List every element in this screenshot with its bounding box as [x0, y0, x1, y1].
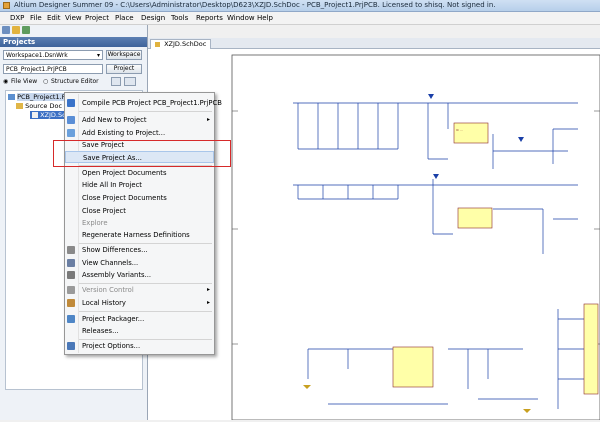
project-button[interactable]: Project [106, 64, 142, 74]
menu-item-regenerate-harness[interactable]: Regenerate Harness Definitions [65, 229, 214, 241]
differences-icon [67, 246, 75, 254]
menu-item-project-options[interactable]: Project Options... [65, 340, 214, 352]
menu-item-releases[interactable]: Releases... [65, 325, 214, 337]
menu-edit[interactable]: Edit [47, 14, 61, 22]
menu-item-explore: Explore [82, 219, 108, 227]
menu-item-assembly-variants[interactable]: Assembly Variants... [65, 269, 214, 281]
menu-item-add-new[interactable]: Add New to Project ▸ [65, 114, 214, 126]
menu-view[interactable]: View [65, 14, 82, 22]
file-view-label: File View [11, 78, 38, 85]
menu-item-hide-all[interactable]: Hide All In Project [65, 179, 214, 191]
tree-document-node[interactable]: XZJD.Sc [30, 111, 68, 119]
menu-tools[interactable]: Tools [171, 14, 188, 22]
schematic-icon [155, 41, 160, 47]
add-new-icon [67, 116, 75, 124]
view-mode-row: ◉ File View ○ Structure Editor [3, 77, 143, 87]
menu-item-show-differences[interactable]: Show Differences... [65, 244, 214, 256]
menu-item-version-control[interactable]: Version Control ▸ [65, 284, 214, 296]
file-view-radio[interactable]: ◉ [3, 78, 8, 85]
version-control-icon [67, 286, 75, 294]
add-existing-icon [67, 129, 75, 137]
submenu-arrow-icon: ▸ [206, 116, 210, 123]
chevron-down-icon: ▾ [96, 52, 100, 59]
menu-window[interactable]: Window [227, 14, 255, 22]
title-bar: Altium Designer Summer 09 - C:\Users\Adm… [0, 0, 600, 12]
project-icon [8, 94, 15, 100]
menu-item-close-project[interactable]: Close Project [65, 205, 214, 217]
menu-item-local-history[interactable]: Local History ▸ [65, 297, 214, 309]
menu-bar: DXP File Edit View Project Place Design … [0, 12, 600, 25]
structure-editor-radio[interactable]: ○ [43, 78, 48, 85]
tree-source-folder[interactable]: Source Doc [16, 102, 62, 110]
workspace-dropdown[interactable]: Workspace1.DsnWrk ▾ [3, 50, 103, 60]
menu-item-close-documents[interactable]: Close Project Documents [65, 192, 214, 204]
folder-icon [16, 103, 23, 109]
menu-item-open-documents[interactable]: Open Project Documents [65, 167, 214, 179]
panel-settings-icon[interactable] [111, 77, 121, 86]
menu-reports[interactable]: Reports [196, 14, 223, 22]
variants-icon [67, 271, 75, 279]
highlight-annotation-box [53, 140, 231, 167]
menu-item-add-existing[interactable]: Add Existing to Project... [65, 127, 214, 139]
menu-separator [79, 311, 212, 312]
menu-item-view-channels[interactable]: View Channels... [65, 257, 214, 269]
toolbar-open-icon[interactable] [12, 26, 20, 34]
menu-place[interactable]: Place [115, 14, 134, 22]
menu-item-compile[interactable]: Compile PCB Project PCB_Project1.PrjPCB [65, 97, 222, 109]
menu-item-project-packager[interactable]: Project Packager... [65, 313, 214, 325]
submenu-arrow-icon: ▸ [206, 299, 210, 306]
project-field[interactable]: PCB_Project1.PrjPCB [3, 64, 103, 74]
panel-header: Projects [0, 37, 147, 47]
project-context-menu: Compile PCB Project PCB_Project1.PrjPCB … [64, 92, 222, 355]
menu-dxp[interactable]: DXP [10, 14, 24, 22]
compile-icon [67, 99, 75, 107]
menu-separator [79, 111, 212, 112]
structure-editor-label: Structure Editor [51, 78, 99, 85]
panel-options-icon[interactable] [124, 77, 136, 86]
window-title: Altium Designer Summer 09 - C:\Users\Adm… [14, 1, 496, 9]
app-icon [3, 2, 10, 9]
menu-file[interactable]: File [30, 14, 42, 22]
history-icon [67, 299, 75, 307]
submenu-arrow-icon: ▸ [206, 286, 210, 293]
menu-help[interactable]: Help [257, 14, 273, 22]
menu-design[interactable]: Design [141, 14, 165, 22]
tab-xzjd-schdoc[interactable]: XZJD.SchDoc [150, 39, 212, 49]
svg-text:IC ...: IC ... [456, 128, 463, 132]
options-icon [67, 342, 75, 350]
toolbar-save-icon[interactable] [22, 26, 30, 34]
schematic-icon [32, 112, 38, 118]
packager-icon [67, 315, 75, 323]
workspace-button[interactable]: Workspace [106, 50, 142, 60]
menu-project[interactable]: Project [85, 14, 109, 22]
toolbar-new-icon[interactable] [2, 26, 10, 34]
channels-icon [67, 259, 75, 267]
document-tab-bar: XZJD.SchDoc [148, 38, 600, 49]
panel-toolbar [2, 26, 142, 35]
